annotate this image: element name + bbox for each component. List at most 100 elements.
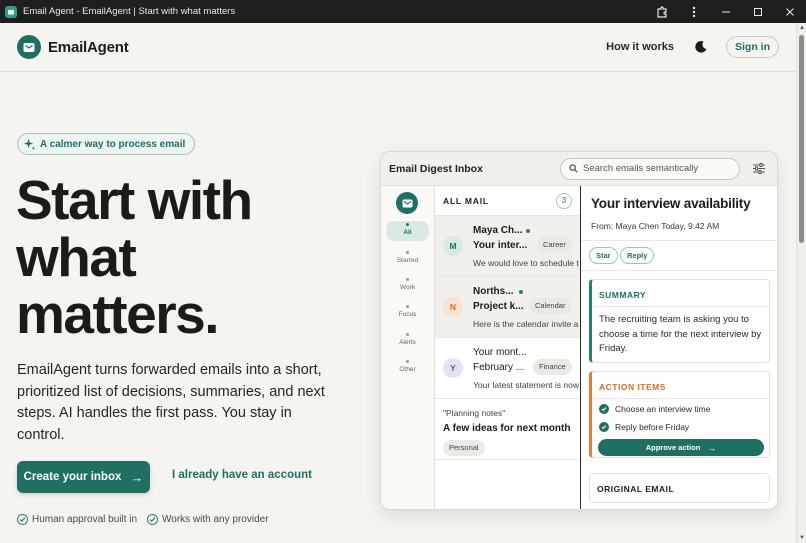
mail-list: ALL MAIL 3 M Maya Ch... Your inter... Ca… (435, 186, 580, 509)
sign-in-button[interactable]: Sign in (726, 36, 779, 58)
preview-text: We would love to schedule t (473, 258, 579, 268)
avatar: M (443, 236, 463, 256)
rail-item-label: Other (399, 366, 416, 373)
preview-toolbar: Email Digest Inbox Search emails semanti… (381, 152, 777, 186)
dot-icon (406, 251, 409, 254)
rail-item-label: Focus (398, 311, 417, 318)
inbox-preview: Email Digest Inbox Search emails semanti… (380, 151, 778, 510)
list-item[interactable]: N Norths... Project k... Calendar Here i… (435, 277, 580, 338)
dot-icon (406, 333, 409, 336)
rail-item-label: Work (399, 284, 416, 291)
summary-text: The recruiting team is asking you to cho… (599, 314, 762, 354)
action-item-label: Choose an interview time (615, 404, 711, 414)
brand-name: EmailAgent (48, 38, 129, 56)
action-item[interactable]: Reply before Friday (599, 422, 689, 432)
hero-title-line: Start with (16, 169, 253, 231)
divider (592, 398, 769, 399)
feature-label: Works with any provider (162, 514, 269, 525)
existing-account-link[interactable]: I already have an account (172, 469, 312, 481)
note-title: A few ideas for next month (443, 423, 571, 434)
minimize-icon[interactable] (710, 0, 742, 23)
tagline-pill: A calmer way to process email (17, 133, 196, 155)
close-icon[interactable] (774, 0, 806, 23)
sender: Maya Ch... (473, 225, 523, 236)
mail-count-badge: 3 (556, 192, 572, 209)
mail-list-header: ALL MAIL 3 (435, 186, 580, 216)
list-item[interactable]: Y Your mont... February ... Finance Your… (435, 338, 580, 399)
original-email-header: ORIGINAL EMAIL (597, 484, 675, 494)
preview-text: Your latest statement is now (473, 380, 579, 390)
window-titlebar: Email Agent - EmailAgent | Start with wh… (0, 0, 806, 23)
subject: February ... (473, 362, 525, 373)
action-item-label: Reply before Friday (615, 422, 690, 432)
original-email-card[interactable]: ORIGINAL EMAIL (589, 473, 770, 503)
how-it-works-link[interactable]: How it works (606, 41, 674, 53)
folder-rail: All Starred Work Focus Alerts Other (381, 186, 435, 509)
feature-human-approval: Human approval built in (17, 514, 137, 525)
scroll-down-arrow-icon[interactable]: ▼ (798, 533, 806, 543)
app-icon (5, 5, 17, 18)
check-circle-icon (599, 404, 609, 414)
brand-logo-icon (17, 35, 41, 59)
rail-item-alerts[interactable]: Alerts (386, 331, 429, 351)
filter-sliders-icon[interactable] (752, 162, 766, 176)
note-label: "Planning notes" (443, 408, 506, 418)
subject: Your inter... (473, 240, 528, 251)
rail-item-focus[interactable]: Focus (386, 303, 429, 323)
sender: Your mont... (473, 347, 527, 358)
sender: Norths... (473, 286, 514, 297)
rail-item-all[interactable]: All (386, 221, 429, 241)
avatar: Y (443, 358, 463, 378)
check-circle-icon (147, 514, 158, 525)
check-circle-icon (599, 422, 609, 432)
hero-title: Start with what matters. (16, 172, 356, 343)
maximize-icon[interactable] (742, 0, 774, 23)
dot-icon (406, 223, 409, 226)
extensions-icon[interactable] (646, 0, 678, 23)
rail-item-starred[interactable]: Starred (386, 249, 429, 269)
list-item[interactable]: M Maya Ch... Your inter... Career We wou… (435, 216, 580, 277)
star-button[interactable]: Star (589, 247, 618, 264)
more-menu-icon[interactable] (678, 0, 710, 23)
sparkle-icon (23, 138, 36, 150)
check-circle-icon (17, 514, 28, 525)
semantic-search-input[interactable]: Search emails semantically (560, 157, 740, 180)
hero-title-line: matters. (16, 283, 219, 345)
category-tag: Personal (443, 440, 485, 456)
page-scrollbar[interactable]: ▲ ▼ (796, 23, 806, 543)
mail-icon[interactable] (396, 192, 418, 214)
feature-any-provider: Works with any provider (147, 514, 269, 525)
scroll-up-arrow-icon[interactable]: ▲ (798, 23, 806, 33)
window-title: Email Agent - EmailAgent | Start with wh… (23, 6, 236, 17)
moon-icon[interactable] (693, 39, 709, 55)
reply-button[interactable]: Reply (620, 247, 655, 264)
email-subject: Your interview availability (591, 196, 751, 211)
tagline-text: A calmer way to process email (40, 138, 186, 150)
approve-action-button[interactable]: Approve action → (598, 439, 764, 456)
dot-icon (406, 305, 409, 308)
mail-list-label: ALL MAIL (443, 195, 489, 206)
divider (581, 240, 777, 241)
rail-item-work[interactable]: Work (386, 276, 429, 296)
rail-item-other[interactable]: Other (386, 358, 429, 378)
hero-title-line: what (16, 226, 137, 288)
action-items-header: ACTION ITEMS (599, 382, 666, 392)
scrollbar-thumb[interactable] (799, 35, 804, 243)
site-header: EmailAgent How it works Sign in (0, 23, 796, 72)
list-item[interactable]: "Planning notes" A few ideas for next mo… (435, 399, 580, 460)
brand[interactable]: EmailAgent (17, 35, 129, 59)
rail-item-label: All (403, 229, 412, 236)
dot-icon (406, 360, 409, 363)
create-inbox-button[interactable]: Create your inbox → (17, 461, 150, 493)
arrow-right-icon: → (707, 442, 717, 453)
subject: Project k... (473, 301, 524, 312)
action-item[interactable]: Choose an interview time (599, 404, 710, 414)
email-detail: Your interview availability From: Maya C… (580, 186, 777, 509)
arrow-right-icon: → (130, 469, 144, 485)
dot-icon (406, 278, 409, 281)
email-from: From: Maya Chen Today, 9:42 AM (591, 221, 720, 231)
action-items-card: ACTION ITEMS Choose an interview time Re… (589, 371, 770, 458)
search-placeholder: Search emails semantically (583, 163, 699, 174)
approve-action-label: Approve action (645, 443, 701, 452)
unread-dot-icon (519, 290, 523, 294)
